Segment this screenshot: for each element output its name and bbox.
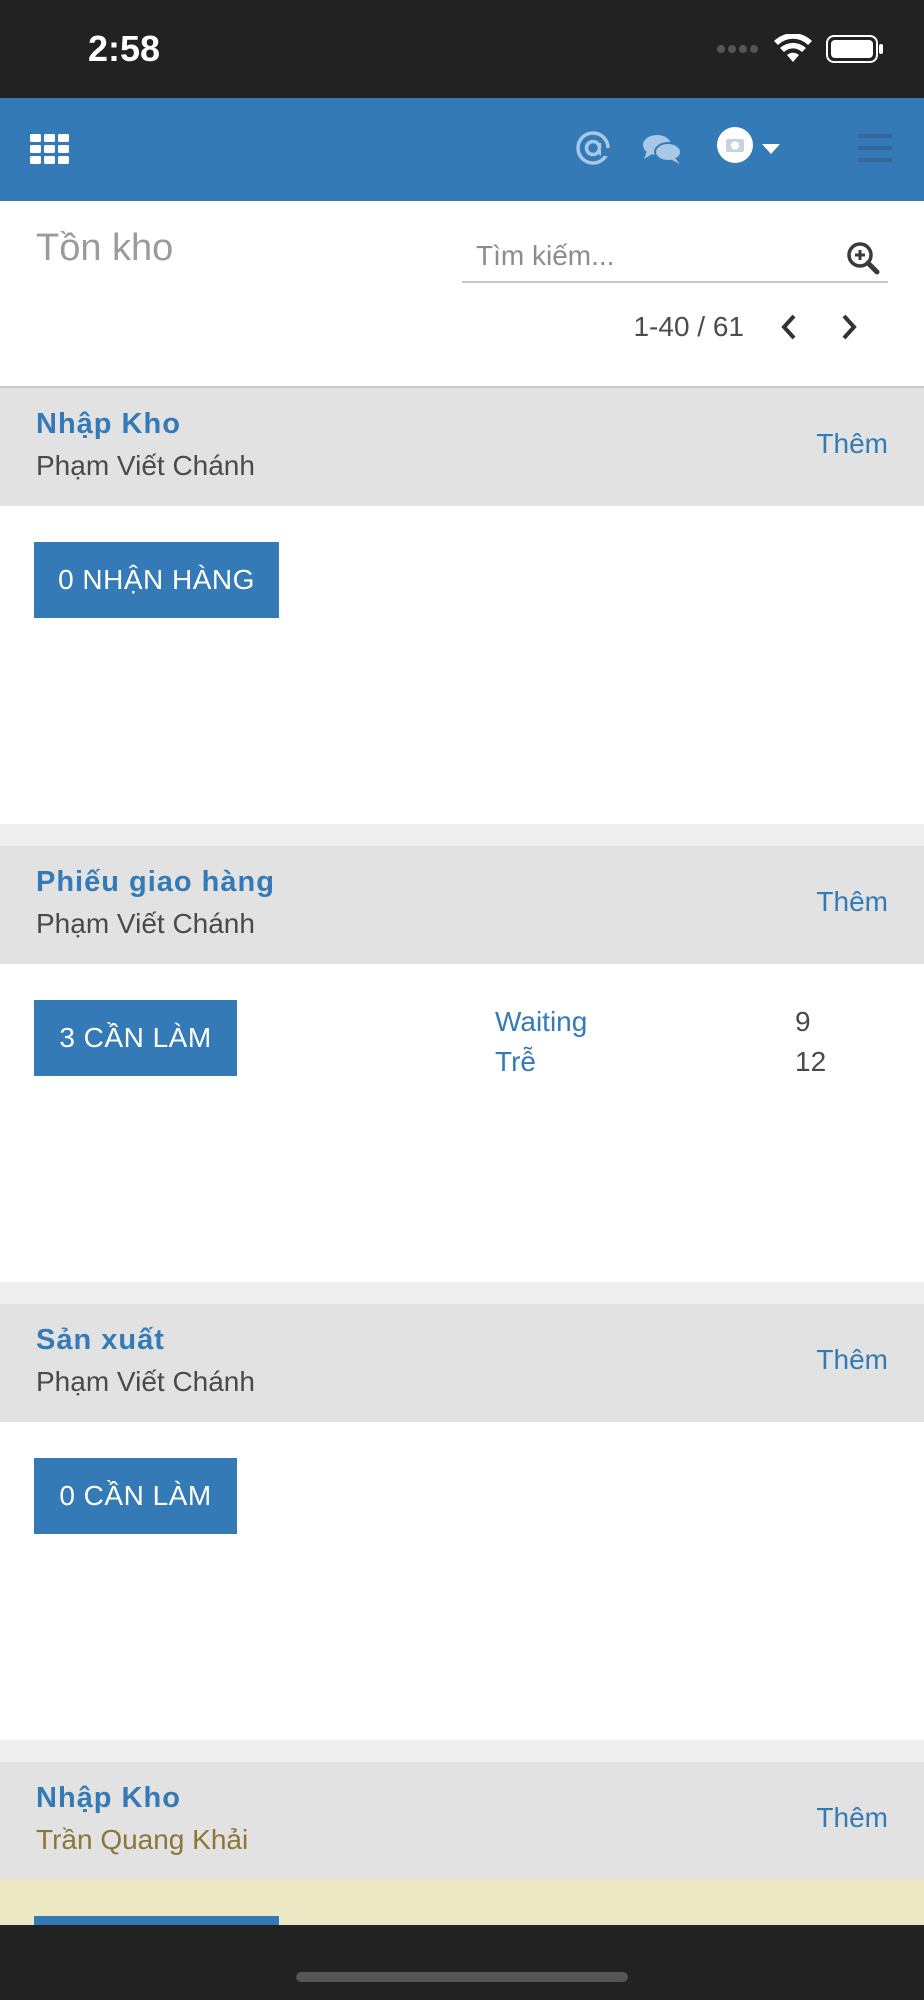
wifi-icon	[774, 34, 812, 62]
avatar-icon[interactable]	[716, 126, 754, 164]
kanban-card: Phiếu giao hàng Phạm Viết Chánh Thêm 3 C…	[0, 846, 924, 1282]
todo-button[interactable]: 0 CẦN LÀM	[34, 1458, 237, 1534]
stat-label-waiting[interactable]: Waiting	[495, 1006, 587, 1038]
pager-value[interactable]: 1-40 / 61	[633, 311, 744, 343]
card-subtitle: Trần Quang Khải	[36, 1824, 249, 1855]
stat-row: Waiting 9	[495, 1002, 835, 1042]
card-title[interactable]: Sản xuất	[36, 1324, 165, 1357]
card-body: 3 CẦN LÀM Waiting 9 Trễ 12	[0, 964, 924, 1282]
card-more-link[interactable]: Thêm	[816, 1802, 888, 1834]
search-zoom-icon[interactable]	[846, 241, 880, 275]
action-button-partial[interactable]	[34, 1916, 279, 1925]
card-title[interactable]: Nhập Kho	[36, 408, 181, 441]
card-more-link[interactable]: Thêm	[816, 886, 888, 918]
card-title[interactable]: Nhập Kho	[36, 1782, 181, 1815]
card-title[interactable]: Phiếu giao hàng	[36, 866, 275, 899]
card-gap	[0, 1740, 924, 1762]
card-gap	[0, 1282, 924, 1304]
chat-icon[interactable]	[642, 132, 682, 166]
card-gap	[0, 824, 924, 846]
card-header: Nhập Kho Trần Quang Khải Thêm	[0, 1762, 924, 1880]
pager-next-button[interactable]	[834, 312, 864, 342]
home-indicator-area	[0, 1925, 924, 2000]
pager: 1-40 / 61	[633, 311, 864, 343]
card-header: Nhập Kho Phạm Viết Chánh Thêm	[0, 388, 924, 506]
page-title: Tồn kho	[36, 227, 174, 269]
main-content: Tồn kho 1-40 / 61 N	[0, 201, 924, 1925]
apps-grid-icon[interactable]	[30, 134, 70, 164]
card-stats: Waiting 9 Trễ 12	[495, 1002, 835, 1082]
receive-button[interactable]: 0 NHẬN HÀNG	[34, 542, 279, 618]
stat-row: Trễ 12	[495, 1042, 835, 1082]
status-time: 2:58	[88, 28, 161, 69]
kanban-card: Sản xuất Phạm Viết Chánh Thêm 0 CẦN LÀM	[0, 1304, 924, 1740]
card-subtitle: Phạm Viết Chánh	[36, 1366, 255, 1397]
stat-value-waiting: 9	[795, 1006, 811, 1037]
battery-icon	[826, 35, 883, 63]
search-input[interactable]	[474, 237, 818, 275]
card-body	[0, 1880, 924, 1925]
card-subtitle: Phạm Viết Chánh	[36, 908, 255, 939]
stat-value-late: 12	[795, 1046, 827, 1077]
card-header: Sản xuất Phạm Viết Chánh Thêm	[0, 1304, 924, 1422]
hamburger-menu-icon[interactable]	[858, 134, 892, 162]
card-subtitle: Phạm Viết Chánh	[36, 450, 255, 481]
kanban-card: Nhập Kho Trần Quang Khải Thêm	[0, 1762, 924, 1925]
control-panel: Tồn kho 1-40 / 61	[0, 201, 924, 388]
kanban-card: Nhập Kho Phạm Viết Chánh Thêm 0 NHẬN HÀN…	[0, 388, 924, 824]
card-more-link[interactable]: Thêm	[816, 428, 888, 460]
chevron-left-icon	[781, 314, 796, 340]
card-more-link[interactable]: Thêm	[816, 1344, 888, 1376]
card-body: 0 CẦN LÀM	[0, 1422, 924, 1740]
search-box	[462, 229, 888, 283]
card-header: Phiếu giao hàng Phạm Viết Chánh Thêm	[0, 846, 924, 964]
card-body: 0 NHẬN HÀNG	[0, 506, 924, 824]
status-bar: 2:58	[0, 0, 924, 98]
top-navbar	[0, 98, 924, 201]
chevron-down-icon[interactable]	[762, 144, 780, 154]
signal-icon	[717, 45, 758, 53]
chevron-right-icon	[842, 314, 857, 340]
todo-button[interactable]: 3 CẦN LÀM	[34, 1000, 237, 1076]
mention-icon[interactable]	[575, 130, 611, 166]
home-indicator[interactable]	[296, 1972, 628, 1982]
pager-previous-button[interactable]	[774, 312, 804, 342]
status-icons	[716, 34, 884, 64]
stat-label-late[interactable]: Trễ	[495, 1046, 536, 1078]
